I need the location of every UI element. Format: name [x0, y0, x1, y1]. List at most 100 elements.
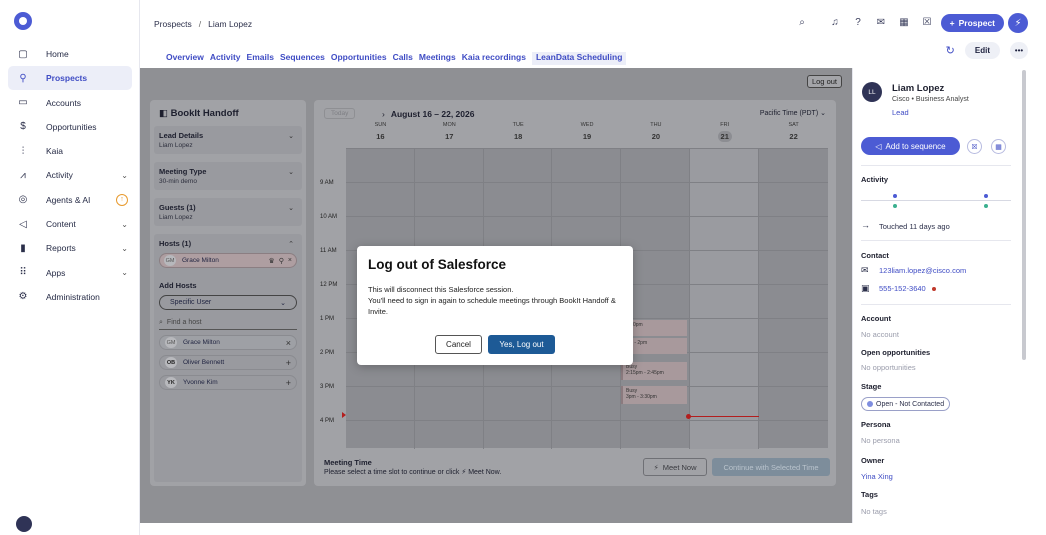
sidebar-item-accounts[interactable]: ▭ Accounts	[8, 91, 132, 115]
sidebar-item-content[interactable]: ◁ Content ⌄	[8, 212, 132, 236]
hour-label: 9 AM	[320, 180, 334, 186]
chevron-down-icon: ⌄	[288, 205, 294, 212]
bar-chart-icon: ▮	[20, 242, 26, 254]
dialog-title: Log out of Salesforce	[368, 257, 507, 272]
day-of-week: SUN	[374, 122, 387, 128]
event-time: 2:15pm - 2:45pm	[626, 370, 664, 376]
host-row[interactable]: GM Grace Milton ×	[159, 335, 297, 350]
owner-link[interactable]: Yina Xing	[861, 472, 893, 481]
chevron-down-icon: ⌄	[820, 110, 826, 117]
mail-icon[interactable]: ✉	[874, 15, 888, 29]
day-number: 16	[376, 132, 385, 141]
chevron-up-icon[interactable]: ⌃	[288, 240, 294, 248]
record-actions: ↻ Edit •••	[946, 42, 1028, 59]
prospect-type[interactable]: Lead	[892, 108, 909, 117]
sidebar-item-label: Administration	[46, 291, 100, 302]
guests-card[interactable]: Guests (1) Liam Lopez ⌄	[154, 198, 302, 226]
tab-meetings[interactable]: Meetings	[419, 52, 456, 65]
waveform-icon: ⫶	[21, 145, 25, 157]
stage-badge[interactable]: Open - Not Contacted	[861, 397, 951, 411]
tab-kaia-recordings[interactable]: Kaia recordings	[462, 52, 526, 65]
tab-leandata-scheduling[interactable]: LeanData Scheduling	[531, 52, 627, 65]
details-scrollbar[interactable]	[1022, 70, 1026, 360]
sidebar-item-opportunities[interactable]: $ Opportunities	[8, 115, 132, 139]
edit-button[interactable]: Edit	[964, 42, 1000, 59]
confirm-logout-button[interactable]: Yes, Log out	[488, 335, 555, 354]
add-to-sequence-label: Add to sequence	[885, 141, 946, 151]
calendar-icon[interactable]: ▦	[897, 15, 911, 29]
bolt-icon: ⚡	[1014, 17, 1022, 29]
activity-icon: ⩘	[20, 169, 26, 181]
sidebar-item-apps[interactable]: ⠿ Apps ⌄	[8, 261, 132, 285]
dialog-body-line: You'll need to sign in again to schedule…	[368, 296, 616, 316]
host-type-select[interactable]: Specific User ⌄	[159, 295, 297, 310]
host-row[interactable]: OB Oliver Bennett +	[159, 355, 297, 370]
tab-calls[interactable]: Calls	[393, 52, 413, 65]
host-initials: OB	[165, 357, 177, 368]
calendar-event[interactable]: Busy 2:15pm - 2:45pm	[621, 362, 687, 380]
hour-label: 11 AM	[320, 248, 337, 254]
add-icon[interactable]: +	[286, 358, 291, 368]
timezone-select[interactable]: Pacific Time (PDT) ⌄	[760, 109, 826, 117]
email-link[interactable]: 123liam.lopez@cisco.com	[879, 266, 966, 275]
task-icon[interactable]: ☒	[920, 15, 934, 29]
add-hosts-title: Add Hosts	[159, 281, 197, 290]
tab-emails[interactable]: Emails	[247, 52, 274, 65]
host-row[interactable]: YK Yvonne Kim +	[159, 375, 297, 390]
lead-details-card[interactable]: Lead Details Liam Lopez ⌄	[154, 126, 302, 154]
add-icon[interactable]: +	[286, 378, 291, 388]
day-column[interactable]	[690, 149, 759, 449]
refresh-icon[interactable]: ↻	[946, 44, 955, 57]
stage-title: Stage	[861, 382, 882, 391]
select-value: Specific User	[170, 299, 212, 306]
sidebar-item-kaia[interactable]: ⫶ Kaia	[8, 139, 132, 163]
sidebar-item-activity[interactable]: ⩘ Activity ⌄	[8, 163, 132, 187]
sidebar-item-prospects[interactable]: ⚲ Prospects	[8, 66, 132, 91]
close-icon[interactable]: ×	[288, 257, 292, 265]
today-button[interactable]: Today	[324, 108, 356, 119]
day-column[interactable]	[759, 149, 828, 449]
log-out-button[interactable]: Log out	[806, 75, 842, 88]
user-avatar[interactable]	[16, 516, 32, 532]
task-icon[interactable]: ☒	[967, 139, 982, 154]
tab-overview[interactable]: Overview	[166, 52, 204, 65]
bell-icon[interactable]: ♫	[828, 15, 842, 29]
breadcrumb-prospects-link[interactable]: Prospects	[154, 19, 192, 29]
chevron-down-icon: ⌄	[121, 219, 128, 229]
add-to-sequence-button[interactable]: ◁ Add to sequence	[861, 137, 960, 155]
new-prospect-button[interactable]: + Prospect	[940, 14, 1004, 32]
app-logo[interactable]	[14, 12, 32, 30]
bookit-title-text: BookIt Handoff	[170, 108, 239, 119]
chevron-right-icon[interactable]: ›	[382, 109, 385, 119]
sidebar-item-administration[interactable]: ⚙ Administration	[8, 285, 132, 309]
crown-icon[interactable]: ♛	[268, 257, 274, 265]
tab-sequences[interactable]: Sequences	[280, 52, 325, 65]
calendar-icon[interactable]: ▦	[991, 139, 1006, 154]
remove-icon[interactable]: ×	[286, 338, 291, 348]
day-number: 20	[651, 132, 661, 141]
phone-link[interactable]: 555-152-3640	[879, 284, 926, 293]
meeting-type-card[interactable]: Meeting Type 30-min demo ⌄	[154, 162, 302, 190]
agents-icon: ◎	[18, 194, 28, 206]
sidebar-item-agents-ai[interactable]: ◎ Agents & AI ↑	[8, 188, 132, 212]
calendar-event[interactable]: Busy 3pm - 3:30pm	[621, 386, 687, 404]
day-of-week: FRI	[720, 122, 730, 128]
continue-button[interactable]: Continue with Selected Time	[712, 458, 830, 476]
tab-activity[interactable]: Activity	[210, 52, 241, 65]
quick-actions-button[interactable]: ⚡	[1008, 13, 1028, 33]
help-icon[interactable]: ?	[851, 15, 865, 29]
home-icon: ▢	[18, 48, 28, 60]
sidebar-item-home[interactable]: ▢ Home	[8, 42, 132, 66]
tab-opportunities[interactable]: Opportunities	[331, 52, 387, 65]
more-options-icon[interactable]: •••	[1010, 42, 1028, 59]
day-header: SAT 22	[759, 122, 828, 146]
person-icon[interactable]: ⚲	[279, 257, 284, 265]
hour-line	[346, 386, 828, 387]
meet-now-button[interactable]: ⚡ Meet Now	[643, 458, 707, 476]
search-icon[interactable]: ⌕	[795, 15, 809, 29]
cancel-button[interactable]: Cancel	[435, 335, 482, 354]
logout-dialog: Log out of Salesforce This will disconne…	[357, 246, 633, 365]
find-host-input[interactable]: ⌕ Find a host	[159, 316, 297, 330]
sidebar-item-reports[interactable]: ▮ Reports ⌄	[8, 236, 132, 260]
sidebar-item-label: Home	[46, 49, 69, 59]
